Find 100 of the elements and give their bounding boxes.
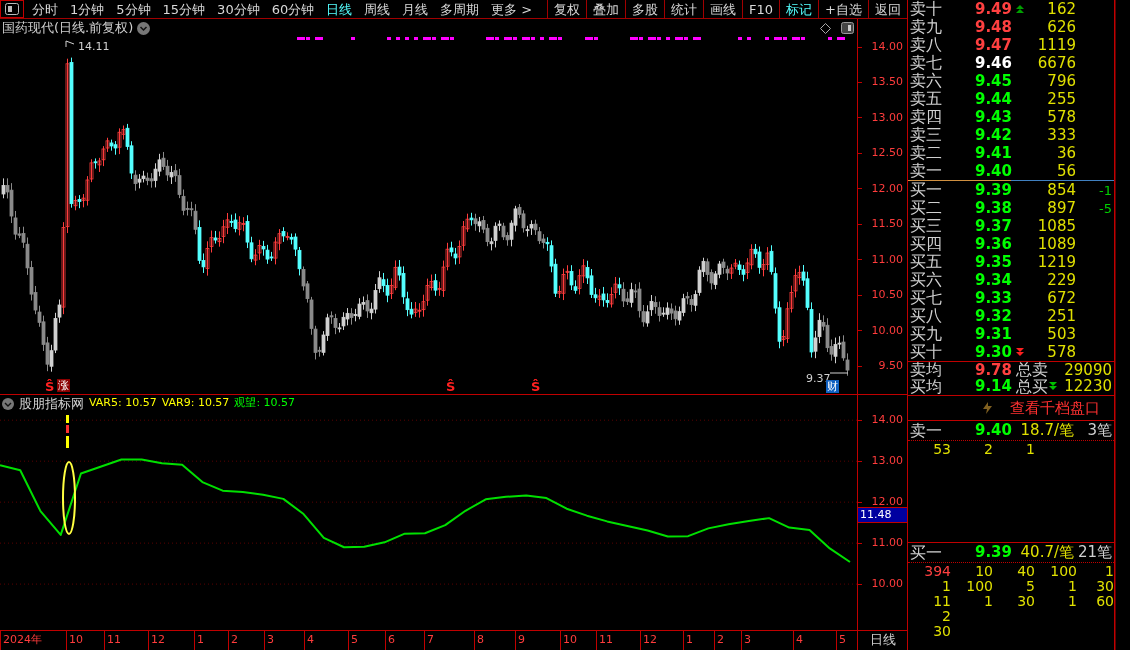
volume-change: -1 xyxy=(1098,183,1113,197)
time-axis-label: 3 xyxy=(741,631,751,650)
price-axis-label: 10.50 xyxy=(871,288,904,303)
toolbar-tab[interactable]: 60分钟 xyxy=(265,0,321,19)
order-level-label: 买八 xyxy=(909,308,943,324)
price-axis-label: 10.00 xyxy=(871,323,904,338)
order-level-label: 买二 xyxy=(909,200,943,216)
toolbar-tab[interactable]: +自选 xyxy=(819,0,868,19)
total-label: 总买 xyxy=(1016,378,1048,395)
order-price: 9.41 xyxy=(974,145,1012,161)
order-price: 9.36 xyxy=(974,236,1012,252)
order-size: 30 xyxy=(1016,593,1035,608)
depth-link[interactable]: 查看千档盘口 xyxy=(1010,396,1100,420)
toolbar-tab[interactable]: 1分钟 xyxy=(64,0,111,19)
signal-marker: Ŝ xyxy=(45,378,55,396)
toolbar-tab[interactable]: 多周期 xyxy=(434,0,486,19)
price-axis-label: 9.50 xyxy=(878,359,904,374)
order-volume: 1089 xyxy=(1036,236,1076,252)
chart-title: 国药现代(日线.前复权) xyxy=(2,19,134,38)
toolbar-tab[interactable]: 多股 xyxy=(626,0,665,19)
time-axis-label: 2024年 xyxy=(0,631,42,650)
order-size: 1 xyxy=(1067,593,1077,608)
order-size: 11 xyxy=(932,593,951,608)
toolbar-tab[interactable]: 统计 xyxy=(665,0,704,19)
order-level-label: 卖一 xyxy=(909,163,943,179)
order-count: 3笔 xyxy=(1086,423,1113,438)
order-volume: 333 xyxy=(1046,127,1076,143)
order-level-label: 卖二 xyxy=(909,145,943,161)
toolbar-tab[interactable]: 周线 xyxy=(358,0,397,19)
depth-level-label: 买一 xyxy=(909,544,943,561)
toolbar-tab[interactable]: F10 xyxy=(743,0,780,19)
indicator-value: VAR9: 10.57 xyxy=(161,395,230,412)
indicator-value: VAR5: 10.57 xyxy=(89,395,157,412)
order-size: 10 xyxy=(974,563,993,578)
order-price: 9.35 xyxy=(974,254,1012,270)
order-price: 9.42 xyxy=(974,127,1012,143)
order-size: 60 xyxy=(1095,593,1114,608)
order-volume: 1219 xyxy=(1036,254,1076,270)
toolbar-tab[interactable]: 5分钟 xyxy=(110,0,157,19)
order-volume: 626 xyxy=(1046,19,1076,35)
toolbar-tab[interactable]: 日线 xyxy=(320,0,359,19)
order-price: 9.32 xyxy=(974,308,1012,324)
order-volume: 1119 xyxy=(1036,37,1076,53)
order-level-label: 卖十 xyxy=(909,1,943,17)
toolbar-tab[interactable]: 画线 xyxy=(704,0,743,19)
depth-level-label: 卖一 xyxy=(909,422,943,439)
time-axis-label: 3 xyxy=(264,631,274,650)
average-price: 9.14 xyxy=(974,379,1012,395)
order-level-label: 卖五 xyxy=(909,91,943,107)
order-volume: 578 xyxy=(1046,344,1076,360)
order-volume: 503 xyxy=(1046,326,1076,342)
toolbar-tab[interactable]: 返回 xyxy=(869,0,907,19)
time-axis-label: 1 xyxy=(683,631,693,650)
high-price-label: 14.11 xyxy=(78,39,110,55)
order-price: 9.31 xyxy=(974,326,1012,342)
period-label: 日线 xyxy=(857,631,907,650)
price-axis-label: 12.50 xyxy=(871,146,904,161)
indicator-axis-label: 12.00 xyxy=(871,495,904,510)
time-axis-label: 4 xyxy=(304,631,314,650)
time-axis-label: 8 xyxy=(474,631,484,650)
order-size: 30 xyxy=(932,623,951,638)
order-level-label: 买五 xyxy=(909,254,943,270)
order-level-label: 卖八 xyxy=(909,37,943,53)
toolbar-tab[interactable]: 复权 xyxy=(548,0,587,19)
order-volume: 796 xyxy=(1046,73,1076,89)
order-volume: 162 xyxy=(1046,1,1076,17)
order-count: 21笔 xyxy=(1076,545,1113,560)
order-volume: 672 xyxy=(1046,290,1076,306)
order-price: 9.33 xyxy=(974,290,1012,306)
order-price: 9.47 xyxy=(974,37,1012,53)
order-size: 1 xyxy=(1025,441,1035,456)
time-axis-label: 11 xyxy=(596,631,613,650)
time-axis-label: 5 xyxy=(348,631,358,650)
toolbar-tab[interactable]: 更多 > xyxy=(485,0,539,19)
total-label: 总卖 xyxy=(1016,362,1048,379)
toolbar-tab[interactable]: 月线 xyxy=(396,0,435,19)
finance-badge: 财 xyxy=(826,380,839,393)
toolbar-tab[interactable]: 分时 xyxy=(26,0,64,19)
toolbar-tab[interactable]: 15分钟 xyxy=(156,0,212,19)
order-price: 9.37 xyxy=(974,218,1012,234)
order-level-label: 买三 xyxy=(909,218,943,234)
order-size: 5 xyxy=(1025,578,1035,593)
order-price: 9.38 xyxy=(974,200,1012,216)
indicator-axis-label: 10.00 xyxy=(871,577,904,592)
toolbar-tab[interactable]: 叠加 xyxy=(587,0,626,19)
toolbar-tab[interactable]: 标记 xyxy=(780,0,819,19)
time-axis-label: 12 xyxy=(640,631,657,650)
order-price: 9.43 xyxy=(974,109,1012,125)
order-level-label: 卖六 xyxy=(909,73,943,89)
price-axis-label: 12.00 xyxy=(871,181,904,196)
time-axis-label: 10 xyxy=(560,631,577,650)
order-price: 9.30 xyxy=(974,344,1012,360)
depth-price: 9.40 xyxy=(974,423,1012,438)
total-volume: 29090 xyxy=(1064,362,1113,378)
order-volume: 854 xyxy=(1046,182,1076,198)
order-size: 53 xyxy=(932,441,951,456)
current-value-label: 11.48 xyxy=(858,507,907,523)
time-axis-label: 4 xyxy=(793,631,803,650)
time-axis-label: 9 xyxy=(515,631,525,650)
toolbar-tab[interactable]: 30分钟 xyxy=(211,0,266,19)
